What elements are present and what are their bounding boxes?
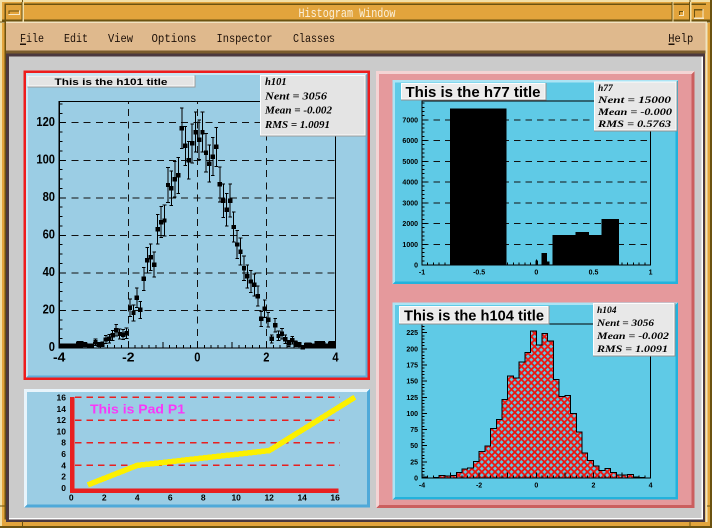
svg-text:-2: -2 <box>122 351 134 365</box>
svg-text:-4: -4 <box>53 351 65 365</box>
svg-text:120: 120 <box>36 115 55 129</box>
svg-text:Classes: Classes <box>293 32 335 46</box>
svg-text:Mean = -0.000: Mean = -0.000 <box>597 108 673 118</box>
svg-text:0: 0 <box>414 476 418 483</box>
svg-text:200: 200 <box>406 346 418 353</box>
svg-text:2: 2 <box>61 472 66 482</box>
svg-text:View: View <box>108 32 134 46</box>
svg-text:0: 0 <box>414 263 418 270</box>
svg-text:This is the h101 title: This is the h101 title <box>55 77 168 88</box>
svg-text:50: 50 <box>410 443 418 450</box>
svg-text:0: 0 <box>194 351 200 365</box>
svg-text:100: 100 <box>406 411 418 418</box>
svg-text:RMS = 1.0091: RMS = 1.0091 <box>596 345 668 355</box>
svg-text:2: 2 <box>102 492 107 502</box>
svg-text:16: 16 <box>330 492 340 502</box>
svg-text:This is the h104 title: This is the h104 title <box>404 308 544 325</box>
svg-text:100: 100 <box>36 153 55 167</box>
svg-text:Mean = -0.002: Mean = -0.002 <box>264 106 333 117</box>
svg-text:75: 75 <box>410 427 418 434</box>
svg-text:-4: -4 <box>419 483 425 490</box>
svg-text:14: 14 <box>57 404 67 414</box>
svg-text:125: 125 <box>406 395 418 402</box>
svg-text:8: 8 <box>201 492 206 502</box>
svg-text:8: 8 <box>61 438 66 448</box>
svg-text:12: 12 <box>57 415 67 425</box>
svg-text:RMS = 1.0091: RMS = 1.0091 <box>264 120 330 131</box>
svg-text:14: 14 <box>297 492 307 502</box>
svg-text:6: 6 <box>61 449 66 459</box>
svg-text:-0.5: -0.5 <box>473 270 485 277</box>
svg-text:h104: h104 <box>597 306 617 316</box>
svg-text:2000: 2000 <box>402 221 418 228</box>
svg-text:6: 6 <box>168 492 173 502</box>
svg-text:4000: 4000 <box>402 180 418 187</box>
svg-text:1000: 1000 <box>402 242 418 249</box>
svg-text:This is Pad P1: This is Pad P1 <box>90 403 185 417</box>
svg-text:3000: 3000 <box>402 200 418 207</box>
svg-text:4: 4 <box>332 351 338 365</box>
svg-text:6000: 6000 <box>402 138 418 145</box>
svg-text:12: 12 <box>264 492 274 502</box>
svg-text:150: 150 <box>406 379 418 386</box>
svg-text:1: 1 <box>649 270 653 277</box>
svg-text:7000: 7000 <box>402 117 418 124</box>
svg-text:Edit: Edit <box>64 32 88 46</box>
svg-text:h101: h101 <box>265 77 287 88</box>
svg-text:10: 10 <box>231 492 241 502</box>
svg-text:60: 60 <box>43 228 55 242</box>
svg-text:0: 0 <box>69 492 74 502</box>
svg-text:25: 25 <box>410 459 418 466</box>
svg-text:20: 20 <box>43 303 55 317</box>
svg-text:16: 16 <box>57 392 67 402</box>
svg-text:Nent = 3056: Nent = 3056 <box>596 319 654 329</box>
svg-text:Mean = -0.002: Mean = -0.002 <box>596 332 670 342</box>
svg-text:h77: h77 <box>598 84 614 94</box>
svg-text:-2: -2 <box>476 483 482 490</box>
svg-text:5000: 5000 <box>402 159 418 166</box>
svg-text:4: 4 <box>61 460 66 470</box>
svg-text:4: 4 <box>649 483 653 490</box>
svg-text:Nent = 15000: Nent = 15000 <box>597 96 672 106</box>
svg-text:0: 0 <box>61 483 66 493</box>
svg-text:175: 175 <box>406 363 418 370</box>
svg-text:10: 10 <box>57 426 67 436</box>
svg-text:Nent = 3056: Nent = 3056 <box>264 92 328 103</box>
svg-text:4: 4 <box>135 492 140 502</box>
svg-text:RMS = 0.5763: RMS = 0.5763 <box>597 120 672 130</box>
svg-text:40: 40 <box>43 265 55 279</box>
svg-text:This is the h77 title: This is the h77 title <box>406 85 541 101</box>
svg-text:0: 0 <box>534 483 538 490</box>
svg-text:Inspector: Inspector <box>217 32 273 46</box>
svg-text:-1: -1 <box>419 270 425 277</box>
svg-text:0.5: 0.5 <box>589 270 599 277</box>
svg-text:2: 2 <box>592 483 596 490</box>
svg-text:2: 2 <box>263 351 269 365</box>
svg-text:Histogram Window: Histogram Window <box>299 7 396 21</box>
svg-text:225: 225 <box>406 330 418 337</box>
svg-text:Options: Options <box>152 32 197 46</box>
svg-text:0: 0 <box>534 270 538 277</box>
svg-text:80: 80 <box>43 190 55 204</box>
